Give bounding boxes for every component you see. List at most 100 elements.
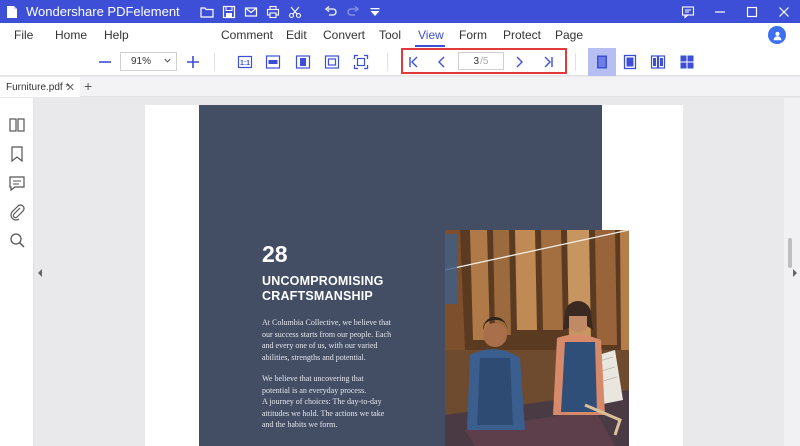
zoom-select[interactable]: 91%	[120, 52, 177, 71]
paragraph-line: and the habits we form.	[262, 420, 338, 429]
app-logo-icon	[7, 5, 17, 18]
menu-comment[interactable]: Comment	[221, 28, 273, 42]
page-headline: UNCOMPROMISING CRAFTSMANSHIP	[262, 274, 384, 304]
active-menu-indicator	[415, 45, 445, 47]
collapse-right-icon[interactable]	[792, 268, 798, 278]
menu-bar: File Home Help Comment Edit Convert Tool…	[0, 23, 800, 48]
undo-icon[interactable]	[320, 0, 342, 23]
menu-home[interactable]: Home	[55, 28, 87, 42]
workshop-photo	[445, 230, 629, 446]
chevron-left-icon	[438, 56, 445, 68]
page-heading-number: 28	[262, 241, 288, 267]
toolbar-divider	[575, 53, 576, 71]
single-page-mode-button[interactable]	[588, 48, 616, 76]
close-icon[interactable]	[768, 0, 800, 23]
current-page: 3	[473, 55, 480, 67]
scrolling-mode-button[interactable]	[619, 51, 641, 73]
menu-view[interactable]: View	[418, 28, 444, 42]
menu-protect[interactable]: Protect	[503, 28, 541, 42]
full-screen-icon	[353, 54, 369, 70]
previous-page-button[interactable]	[431, 51, 453, 73]
pdf-page: 28 UNCOMPROMISING CRAFTSMANSHIP At Colum…	[145, 105, 683, 446]
plus-icon	[187, 56, 199, 68]
menu-page[interactable]: Page	[555, 28, 583, 42]
menu-edit[interactable]: Edit	[286, 28, 307, 42]
scissors-icon[interactable]	[284, 0, 306, 23]
document-tab-label: Furniture.pdf *	[6, 81, 70, 93]
bookmark-icon[interactable]	[8, 145, 26, 163]
redo-icon[interactable]	[342, 0, 364, 23]
headline-line: CRAFTSMANSHIP	[262, 289, 373, 303]
fit-width-icon	[265, 55, 281, 69]
grid-pages-icon	[680, 55, 694, 69]
menu-form[interactable]: Form	[459, 28, 487, 42]
fit-page-button[interactable]	[292, 51, 314, 73]
minimize-icon[interactable]	[704, 0, 736, 23]
feedback-icon[interactable]	[672, 0, 704, 23]
first-page-button[interactable]	[403, 51, 425, 73]
new-tab-icon[interactable]: +	[84, 78, 92, 94]
paragraph-line: A journey of choices: The day-to-day	[262, 397, 382, 406]
menu-help[interactable]: Help	[104, 28, 129, 42]
zoom-value: 91%	[131, 56, 152, 67]
last-page-icon	[544, 56, 553, 68]
folder-icon[interactable]	[196, 0, 218, 23]
document-viewer[interactable]: 28 UNCOMPROMISING CRAFTSMANSHIP At Colum…	[45, 98, 783, 446]
zoom-in-button[interactable]	[182, 51, 204, 73]
headline-line: UNCOMPROMISING	[262, 274, 384, 288]
maximize-icon[interactable]	[736, 0, 768, 23]
body-paragraph: We believe that uncovering that potentia…	[262, 373, 442, 431]
actual-size-button[interactable]: 1:1	[234, 51, 256, 73]
minus-icon	[99, 61, 111, 63]
customize-dropdown-icon[interactable]	[364, 0, 386, 23]
paragraph-line: potential is an everyday process.	[262, 385, 367, 395]
fit-page-icon	[295, 55, 311, 69]
left-sidebar	[0, 98, 34, 446]
fit-width-button[interactable]	[262, 51, 284, 73]
paragraph-line: abilities, strengths and potential.	[262, 352, 366, 362]
collapse-left-icon[interactable]	[37, 268, 43, 278]
comment-icon[interactable]	[8, 174, 26, 192]
svg-text:1:1: 1:1	[240, 60, 250, 67]
paragraph-line: attitudes we hold. The actions we take	[262, 408, 385, 418]
menu-file[interactable]: File	[14, 28, 33, 42]
total-pages: /5	[480, 55, 489, 67]
scrolling-page-icon	[623, 54, 637, 70]
search-icon[interactable]	[8, 231, 26, 249]
two-page-icon	[650, 55, 666, 69]
title-bar: Wondershare PDFelement	[0, 0, 800, 23]
full-screen-button[interactable]	[350, 51, 372, 73]
fit-visible-button[interactable]	[321, 51, 343, 73]
menu-convert[interactable]: Convert	[323, 28, 365, 42]
zoom-out-button[interactable]	[94, 51, 116, 73]
paragraph-line: our success starts from our people. Each	[262, 329, 392, 339]
body-paragraph: At Columbia Collective, we believe that …	[262, 317, 442, 363]
paragraph-line: At Columbia Collective, we believe that	[262, 318, 391, 327]
menu-tool[interactable]: Tool	[379, 28, 401, 42]
next-page-button[interactable]	[508, 51, 530, 73]
account-avatar-icon[interactable]	[768, 26, 786, 44]
save-icon[interactable]	[218, 0, 240, 23]
close-tab-icon[interactable]: ✕	[66, 81, 75, 94]
chevron-down-icon	[164, 58, 171, 63]
document-tab[interactable]: Furniture.pdf * ✕	[0, 77, 80, 97]
app-title: Wondershare PDFelement	[26, 4, 180, 19]
document-tab-bar: Furniture.pdf * ✕ +	[0, 77, 800, 97]
paragraph-line: and every one of us, with our varied	[262, 341, 378, 350]
mail-icon[interactable]	[240, 0, 262, 23]
two-page-scrolling-mode-button[interactable]	[676, 51, 698, 73]
thumbnails-icon[interactable]	[8, 116, 26, 134]
last-page-button[interactable]	[537, 51, 559, 73]
page-number-input[interactable]: 3 /5	[458, 52, 504, 70]
paragraph-line: We believe that uncovering that	[262, 374, 364, 383]
two-page-mode-button[interactable]	[647, 51, 669, 73]
single-page-icon	[597, 55, 607, 69]
actual-size-icon: 1:1	[237, 55, 253, 69]
first-page-icon	[409, 56, 418, 68]
print-icon[interactable]	[262, 0, 284, 23]
fit-visible-icon	[324, 55, 340, 69]
scrollbar-thumb[interactable]	[788, 238, 792, 268]
chevron-right-icon	[516, 56, 523, 68]
attachment-icon[interactable]	[8, 203, 26, 221]
toolbar-divider	[387, 53, 388, 71]
